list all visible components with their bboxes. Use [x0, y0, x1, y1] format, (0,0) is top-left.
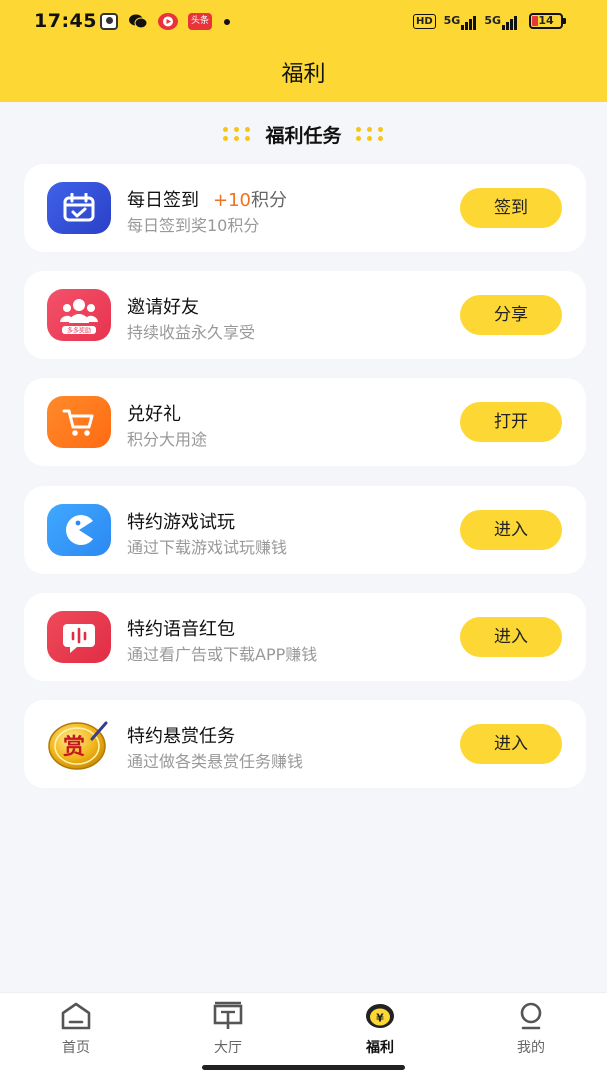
more-notifications-dot [224, 19, 230, 25]
wechat-icon [129, 14, 148, 29]
enter-button[interactable]: 进入 [460, 724, 562, 764]
task-card-redeem-gifts: 兑好礼 积分大用途 打开 [24, 378, 586, 466]
profile-icon [520, 1002, 542, 1030]
task-title: 特约游戏试玩 [127, 512, 235, 533]
voice-bubble-icon [47, 611, 111, 663]
checkin-button[interactable]: 签到 [460, 188, 562, 228]
points-reward: +10积分 [213, 190, 287, 211]
task-card-game-trial: 特约游戏试玩 通过下载游戏试玩赚钱 进入 [24, 486, 586, 574]
friends-icon: 多多奖励 [47, 289, 111, 341]
enter-button[interactable]: 进入 [460, 617, 562, 657]
task-title: 特约悬赏任务 [127, 726, 235, 747]
task-title: 兑好礼 [127, 404, 181, 425]
task-card-voice-red-packet: 特约语音红包 通过看广告或下载APP赚钱 进入 [24, 593, 586, 681]
open-button[interactable]: 打开 [460, 402, 562, 442]
task-subtitle: 积分大用途 [127, 430, 208, 449]
welfare-coin-symbol: ¥ [376, 1012, 384, 1025]
task-title: 特约语音红包 [127, 619, 235, 640]
nav-item-hall[interactable]: 大厅 [178, 1001, 278, 1059]
task-subtitle: 通过看广告或下载APP赚钱 [127, 645, 318, 664]
task-title: 每日签到 +10积分 [127, 190, 287, 211]
nav-item-profile[interactable]: 我的 [481, 1001, 581, 1059]
toutiao-icon: 头条 [188, 13, 212, 30]
nav-label: 福利 [366, 1040, 394, 1056]
welfare-coin-icon: ¥ [366, 1004, 394, 1028]
calendar-check-icon [47, 182, 111, 234]
task-subtitle: 持续收益永久享受 [127, 323, 256, 342]
task-card-reward-task: 赏 特约悬赏任务 通过做各类悬赏任务赚钱 进入 [24, 700, 586, 788]
page-title: 福利 [281, 62, 326, 87]
nav-label: 大厅 [214, 1040, 242, 1056]
decor-dots-left-icon [223, 126, 251, 142]
task-subtitle: 通过做各类悬赏任务赚钱 [127, 752, 304, 771]
reward-coin-icon: 赏 [47, 718, 111, 770]
nav-label: 我的 [517, 1040, 545, 1056]
task-card-daily-checkin: 每日签到 +10积分 每日签到奖10积分 签到 [24, 164, 586, 252]
task-title: 邀请好友 [127, 297, 199, 318]
task-subtitle: 每日签到奖10积分 [127, 216, 260, 235]
network-indicators: HD 5G 5G [412, 12, 517, 30]
hall-icon [213, 1001, 243, 1029]
top-bar: 17:45 头条 HD 5G 5G 14 福利 [0, 0, 607, 102]
section-header: 福利任务 [0, 118, 607, 150]
section-title: 福利任务 [265, 124, 342, 147]
decor-dots-right-icon [355, 126, 384, 142]
share-button[interactable]: 分享 [460, 295, 562, 335]
task-card-invite-friends: 多多奖励 邀请好友 持续收益永久享受 分享 [24, 271, 586, 359]
battery-icon: 14 [529, 13, 566, 29]
status-time: 17:45 [34, 10, 97, 32]
video-app-icon [158, 13, 178, 30]
task-subtitle: 通过下载游戏试玩赚钱 [127, 538, 288, 557]
nav-item-home[interactable]: 首页 [26, 1001, 126, 1059]
enter-button[interactable]: 进入 [460, 510, 562, 550]
signal-1-icon: 5G [444, 12, 477, 30]
notification-avatar-icon [100, 13, 118, 30]
status-bar: 17:45 头条 HD 5G 5G 14 [0, 0, 607, 42]
home-indicator[interactable] [202, 1065, 405, 1070]
nav-item-welfare[interactable]: ¥ 福利 [330, 1001, 430, 1059]
battery-level: 14 [538, 14, 554, 27]
hd-voice-icon: HD [412, 13, 436, 29]
friends-badge-text: 多多奖励 [67, 327, 91, 335]
home-icon [61, 1002, 91, 1030]
reward-coin-text: 赏 [63, 735, 85, 760]
shopping-cart-icon [47, 396, 111, 448]
game-pacman-icon [47, 504, 111, 556]
signal-2-icon: 5G [484, 12, 517, 30]
nav-label: 首页 [62, 1040, 90, 1056]
